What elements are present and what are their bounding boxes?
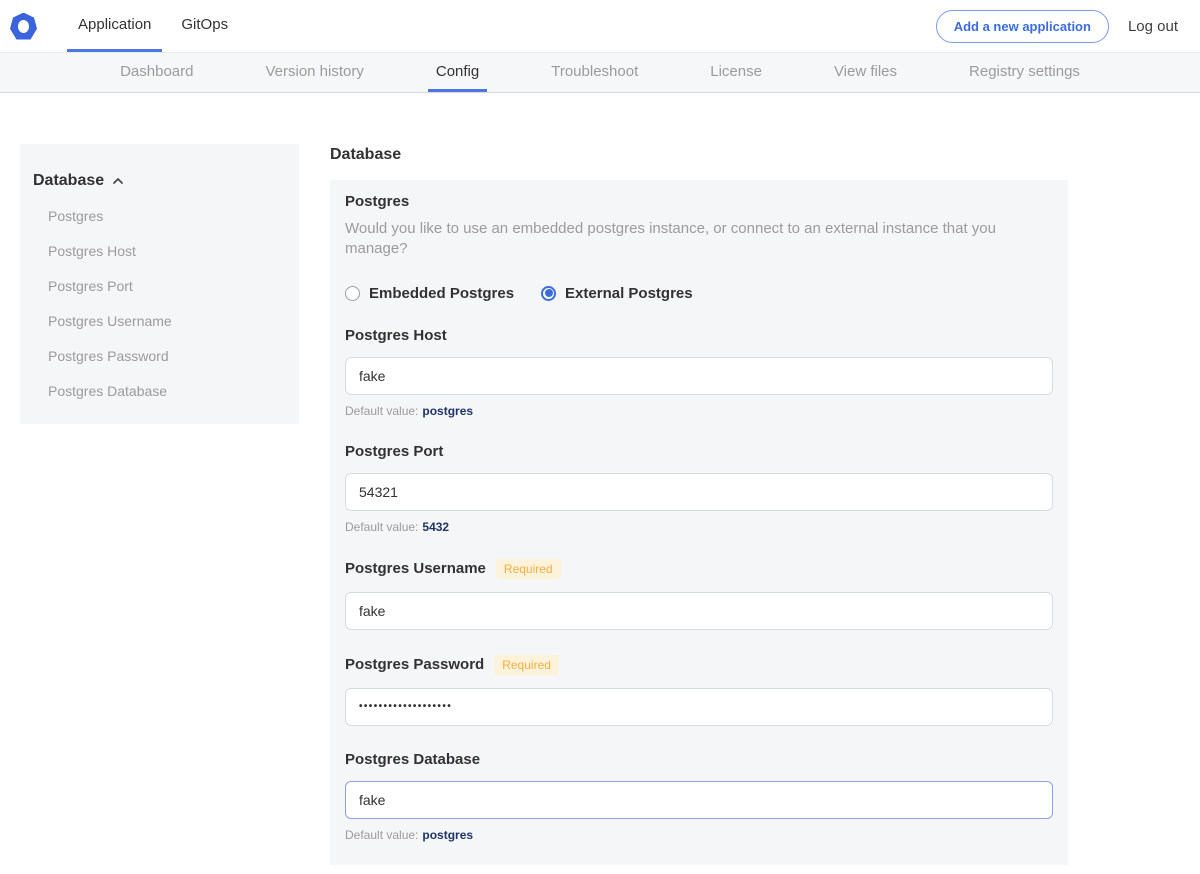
page-title: Database [330,146,1068,164]
postgres-database-input[interactable] [345,781,1053,819]
radio-external-label: External Postgres [565,285,693,302]
sidebar-item-postgres-host[interactable]: Postgres Host [20,243,299,260]
sidebar-item-postgres-port[interactable]: Postgres Port [20,278,299,295]
config-page: Database Postgres Postgres Host Postgres… [0,93,1200,874]
postgres-host-label: Postgres Host [345,327,447,344]
postgres-mode-radio-group: Embedded Postgres External Postgres [345,285,1053,302]
postgres-password-label: Postgres Password [345,656,484,673]
postgres-host-default-hint: Default value:postgres [345,404,1053,418]
required-badge: Required [494,655,559,675]
config-sidebar: Database Postgres Postgres Host Postgres… [20,144,299,424]
postgres-username-input[interactable] [345,592,1053,630]
logout-link[interactable]: Log out [1128,18,1178,35]
chevron-up-icon [112,177,124,185]
postgres-group-label: Postgres [345,193,1053,210]
sidebar-item-postgres-username[interactable]: Postgres Username [20,313,299,330]
sidebar-group-database[interactable]: Database [20,172,299,190]
postgres-port-input[interactable] [345,473,1053,511]
field-postgres-password: Postgres Password Required [345,655,1053,726]
add-new-application-button[interactable]: Add a new application [936,10,1109,43]
tab-gitops[interactable]: GitOps [170,0,239,52]
postgres-port-default-hint: Default value:5432 [345,520,1053,534]
sidebar-item-postgres-password[interactable]: Postgres Password [20,348,299,365]
subnav-tab-troubleshoot[interactable]: Troubleshoot [543,53,646,92]
radio-unchecked-icon [345,286,360,301]
radio-checked-icon [541,286,556,301]
postgres-password-input[interactable] [345,688,1053,726]
app-tabs: Application GitOps [67,0,239,52]
field-postgres-database: Postgres Database Default value:postgres [345,751,1053,842]
field-postgres-username: Postgres Username Required [345,559,1053,630]
postgres-database-label: Postgres Database [345,751,480,768]
kots-logo-icon[interactable] [10,13,37,40]
sidebar-item-postgres-database[interactable]: Postgres Database [20,383,299,400]
field-postgres-host: Postgres Host Default value:postgres [345,327,1053,418]
postgres-host-input[interactable] [345,357,1053,395]
radio-external-postgres[interactable]: External Postgres [541,285,693,302]
tab-application[interactable]: Application [67,0,162,52]
subnav-tab-version-history[interactable]: Version history [257,53,371,92]
field-postgres-port: Postgres Port Default value:5432 [345,443,1053,534]
kots-logo-shape [10,13,37,40]
sidebar-group-label: Database [33,172,104,190]
required-badge: Required [496,559,561,579]
postgres-username-label: Postgres Username [345,560,486,577]
top-navbar: Application GitOps Add a new application… [0,0,1200,52]
radio-embedded-label: Embedded Postgres [369,285,514,302]
radio-embedded-postgres[interactable]: Embedded Postgres [345,285,514,302]
database-config-panel: Postgres Would you like to use an embedd… [330,180,1068,865]
postgres-database-default-hint: Default value:postgres [345,828,1053,842]
subnav-tab-view-files[interactable]: View files [826,53,905,92]
sidebar-item-postgres[interactable]: Postgres [20,208,299,225]
app-subnav: Dashboard Version history Config Trouble… [0,52,1200,93]
topbar-actions: Add a new application Log out [936,0,1200,52]
config-main: Database Postgres Would you like to use … [330,144,1068,874]
subnav-tab-config[interactable]: Config [428,53,487,92]
postgres-port-label: Postgres Port [345,443,443,460]
subnav-tab-dashboard[interactable]: Dashboard [112,53,201,92]
subnav-tab-license[interactable]: License [702,53,770,92]
postgres-help-text: Would you like to use an embedded postgr… [345,219,1053,260]
subnav-tab-registry-settings[interactable]: Registry settings [961,53,1088,92]
